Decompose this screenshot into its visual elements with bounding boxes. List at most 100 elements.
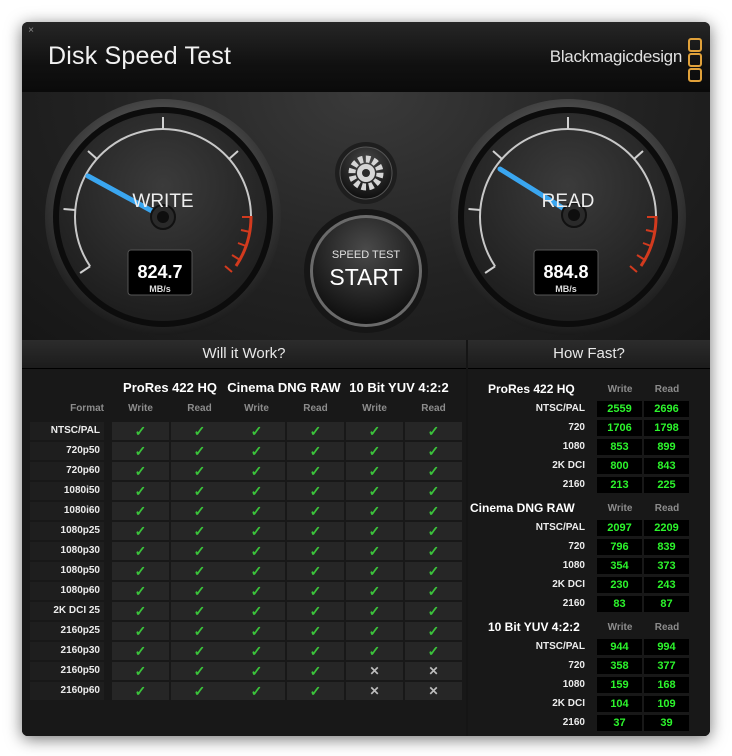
format-label: 1080i50 (30, 482, 104, 500)
check-icon: ✓ (346, 602, 403, 620)
read-subheader: Read (654, 384, 680, 395)
write-speed-value: 1706 (597, 420, 642, 436)
blackmagic-logo-icon (688, 38, 702, 83)
check-icon: ✓ (112, 602, 169, 620)
read-label: READ (542, 191, 595, 212)
start-button-label: START (329, 264, 402, 290)
check-icon: ✓ (171, 422, 228, 440)
read-speed-value: 839 (644, 539, 689, 555)
check-icon: ✓ (405, 502, 462, 520)
table-row: 2160p30 ✓ ✓ ✓ ✓ ✓ ✓ (30, 642, 462, 660)
close-icon[interactable]: × (26, 26, 36, 36)
start-button[interactable]: SPEED TEST START (304, 209, 428, 333)
column-group-header: 10 Bit YUV 4:2:2 (349, 380, 449, 395)
will-it-work-title: Will it Work? (22, 340, 466, 369)
table-row: 2160p50 ✓ ✓ ✓ ✓ ✕ ✕ (30, 662, 462, 680)
read-speed-value: 243 (644, 577, 689, 593)
table-row: 1080p50 ✓ ✓ ✓ ✓ ✓ ✓ (30, 562, 462, 580)
table-row: 2K DCI 25 ✓ ✓ ✓ ✓ ✓ ✓ (30, 602, 462, 620)
check-icon: ✓ (171, 562, 228, 580)
table-row: 1080p60 ✓ ✓ ✓ ✓ ✓ ✓ (30, 582, 462, 600)
check-icon: ✓ (228, 562, 285, 580)
write-speed-value: 213 (597, 477, 642, 493)
cross-icon: ✕ (405, 682, 462, 700)
check-icon: ✓ (287, 502, 344, 520)
format-label: NTSC/PAL (535, 522, 585, 533)
check-icon: ✓ (112, 422, 169, 440)
speed-row: 1080 853 899 (468, 438, 710, 456)
check-icon: ✓ (171, 542, 228, 560)
check-icon: ✓ (228, 502, 285, 520)
check-icon: ✓ (287, 442, 344, 460)
read-speed-value: 843 (644, 458, 689, 474)
check-icon: ✓ (171, 482, 228, 500)
table-row: 720p60 ✓ ✓ ✓ ✓ ✓ ✓ (30, 462, 462, 480)
speed-row: 720 358 377 (468, 657, 710, 675)
read-speed-value: 39 (644, 715, 689, 731)
check-icon: ✓ (287, 482, 344, 500)
check-icon: ✓ (405, 602, 462, 620)
read-speed-value: 884.8 (543, 262, 588, 282)
read-speed-value: 994 (644, 639, 689, 655)
check-icon: ✓ (171, 462, 228, 480)
format-label: 720 (568, 541, 585, 552)
format-label: 1080p50 (30, 562, 104, 580)
read-gauge: READ 884.8 MB/s (450, 99, 686, 335)
brand-name: Blackmagicdesign (549, 47, 683, 66)
check-icon: ✓ (112, 442, 169, 460)
read-speed-value: 87 (644, 596, 689, 612)
write-speed-value: 796 (597, 539, 642, 555)
format-label: 1080p25 (30, 522, 104, 540)
write-speed-value: 230 (597, 577, 642, 593)
check-icon: ✓ (171, 622, 228, 640)
check-icon: ✓ (405, 542, 462, 560)
check-icon: ✓ (405, 622, 462, 640)
check-icon: ✓ (228, 602, 285, 620)
check-icon: ✓ (405, 422, 462, 440)
format-label: 2K DCI (552, 698, 585, 709)
write-subheader: Write (607, 384, 633, 395)
write-gauge: WRITE 824.7 MB/s (45, 99, 281, 335)
speed-row: NTSC/PAL 944 994 (468, 638, 710, 656)
check-icon: ✓ (287, 542, 344, 560)
read-subheader: Read (187, 403, 212, 414)
check-icon: ✓ (287, 422, 344, 440)
check-icon: ✓ (346, 642, 403, 660)
check-icon: ✓ (171, 502, 228, 520)
check-icon: ✓ (112, 622, 169, 640)
check-icon: ✓ (112, 562, 169, 580)
check-icon: ✓ (287, 682, 344, 700)
table-row: 720p50 ✓ ✓ ✓ ✓ ✓ ✓ (30, 442, 462, 460)
check-icon: ✓ (112, 502, 169, 520)
format-label: 2160 (562, 717, 585, 728)
check-icon: ✓ (171, 602, 228, 620)
check-icon: ✓ (112, 682, 169, 700)
table-row: 1080i60 ✓ ✓ ✓ ✓ ✓ ✓ (30, 502, 462, 520)
check-icon: ✓ (171, 662, 228, 680)
format-label: 720 (568, 660, 585, 671)
table-row: 1080p30 ✓ ✓ ✓ ✓ ✓ ✓ (30, 542, 462, 560)
check-icon: ✓ (171, 582, 228, 600)
check-icon: ✓ (171, 642, 228, 660)
check-icon: ✓ (228, 622, 285, 640)
read-speed-value: 2209 (644, 520, 689, 536)
check-icon: ✓ (228, 522, 285, 540)
check-icon: ✓ (287, 522, 344, 540)
check-icon: ✓ (112, 542, 169, 560)
how-fast-panel: How Fast? ProRes 422 HQ Write Read NTSC/PAL… (468, 340, 710, 736)
write-speed-value: 853 (597, 439, 642, 455)
settings-gear-icon[interactable] (335, 142, 397, 204)
check-icon: ✓ (346, 622, 403, 640)
table-row: NTSC/PAL ✓ ✓ ✓ ✓ ✓ ✓ (30, 422, 462, 440)
check-icon: ✓ (228, 642, 285, 660)
check-icon: ✓ (405, 482, 462, 500)
check-icon: ✓ (405, 642, 462, 660)
check-icon: ✓ (112, 522, 169, 540)
read-subheader: Read (654, 503, 680, 514)
speed-row: NTSC/PAL 2559 2696 (468, 400, 710, 418)
read-speed-value: 1798 (644, 420, 689, 436)
table-row: 1080p25 ✓ ✓ ✓ ✓ ✓ ✓ (30, 522, 462, 540)
app-title: Disk Speed Test (48, 42, 232, 70)
check-icon: ✓ (171, 682, 228, 700)
check-icon: ✓ (228, 542, 285, 560)
